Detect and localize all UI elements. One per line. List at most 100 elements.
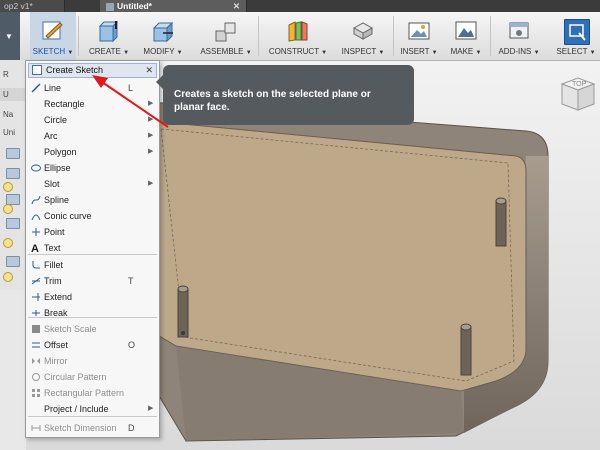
- menu-item-arc[interactable]: Arc ▶: [26, 128, 159, 144]
- submenu-arrow-icon: ▶: [148, 405, 154, 412]
- close-tab-icon[interactable]: ✕: [233, 0, 240, 12]
- menu-item-conic-curve[interactable]: Conic curve: [26, 208, 159, 224]
- dropdown-caret-icon: ▼: [176, 50, 183, 56]
- data-panel-toggle[interactable]: ▼: [0, 12, 20, 60]
- menu-item-label: Project / Include: [44, 404, 109, 414]
- text-icon: A: [31, 243, 39, 253]
- toolbar-divider: [258, 16, 259, 56]
- mirror-icon: [32, 358, 40, 364]
- menu-item-mirror[interactable]: Mirror: [26, 353, 159, 369]
- sketch-icon: [42, 21, 63, 40]
- menu-item-label: Mirror: [44, 356, 68, 366]
- menu-item-rectangle[interactable]: Rectangle ▶: [26, 96, 159, 112]
- shortcut-key: D: [128, 423, 135, 433]
- menu-item-point[interactable]: Point: [26, 224, 159, 240]
- offset-icon: [32, 342, 40, 348]
- view-cube[interactable]: TOP: [556, 76, 596, 112]
- toolbar-make[interactable]: MAKE ▼: [446, 12, 486, 60]
- toolbar-modify[interactable]: MODIFY ▼: [140, 12, 186, 60]
- toolbar-insert[interactable]: INSERT ▼: [398, 12, 440, 60]
- menu-separator: [28, 317, 157, 318]
- toolbar-label: ASSEMBLE: [200, 47, 244, 56]
- tab-op2[interactable]: op2 v1*: [0, 0, 65, 12]
- toolbar-label: INSERT: [400, 47, 430, 56]
- toolbar-construct[interactable]: CONSTRUCT ▼: [266, 12, 330, 60]
- submenu-arrow-icon: ▶: [148, 180, 154, 187]
- browser-tab[interactable]: Na: [0, 108, 26, 121]
- folder-icon[interactable]: [6, 218, 20, 229]
- menu-item-break[interactable]: Break: [26, 305, 159, 321]
- toolbar-inspect[interactable]: INSPECT ▼: [338, 12, 388, 60]
- browser-tab[interactable]: R: [0, 68, 26, 81]
- folder-icon[interactable]: [6, 148, 20, 159]
- menu-item-fillet[interactable]: Fillet: [26, 257, 159, 273]
- menu-item-sketch-scale[interactable]: Sketch Scale: [26, 321, 159, 337]
- create-sketch-label: Create Sketch: [46, 65, 104, 75]
- create-sketch-item[interactable]: Create Sketch ✕: [28, 63, 157, 78]
- sketch-dropdown-menu: Create Sketch ✕ Line L Rectangle ▶ Circle ▶ Ar…: [25, 60, 160, 438]
- trim-icon: [31, 277, 41, 285]
- toolbar-label: SELECT: [556, 47, 588, 56]
- menu-item-spline[interactable]: Spline: [26, 192, 159, 208]
- tab-untitled[interactable]: Untitled* ✕: [100, 0, 247, 12]
- toolbar-assemble[interactable]: ASSEMBLE ▼: [200, 12, 252, 60]
- menu-item-label: Conic curve: [44, 211, 92, 221]
- modify-icon: [152, 21, 174, 43]
- main-toolbar: ▼ SKETCH ▼ CREATE ▼ MODIFY ▼ ASSEMBLE ▼ …: [0, 12, 600, 61]
- assemble-icon: [215, 22, 236, 42]
- conic-curve-icon: [31, 214, 41, 221]
- menu-item-circle[interactable]: Circle ▶: [26, 112, 159, 128]
- close-icon[interactable]: ✕: [145, 64, 153, 77]
- submenu-arrow-icon: ▶: [148, 100, 154, 107]
- menu-item-label: Sketch Dimension: [44, 423, 117, 433]
- visibility-bulb-icon[interactable]: [3, 182, 13, 192]
- folder-icon[interactable]: [6, 256, 20, 267]
- menu-item-label: Circle: [44, 115, 68, 125]
- menu-item-label: Spline: [44, 195, 70, 205]
- toolbar-label: CONSTRUCT: [268, 47, 319, 56]
- menu-item-circular-pattern[interactable]: Circular Pattern: [26, 369, 159, 385]
- visibility-bulb-icon[interactable]: [3, 272, 13, 282]
- menu-item-label: Rectangle: [44, 99, 85, 109]
- add-ins-icon: [509, 22, 529, 39]
- menu-item-extend[interactable]: Extend: [26, 289, 159, 305]
- submenu-arrow-icon: ▶: [148, 148, 154, 155]
- toolbar-add-ins[interactable]: ADD-INS ▼: [494, 12, 544, 60]
- menu-item-ellipse[interactable]: Ellipse: [26, 160, 159, 176]
- menu-item-offset[interactable]: Offset O: [26, 337, 159, 353]
- browser-tab[interactable]: Uni: [0, 126, 26, 139]
- menu-item-trim[interactable]: Trim T: [26, 273, 159, 289]
- sketch-scale-icon: [32, 325, 40, 333]
- toolbar-divider: [490, 16, 491, 56]
- menu-item-project-include[interactable]: Project / Include ▶: [26, 401, 159, 417]
- toolbar-select[interactable]: SELECT ▼: [554, 12, 598, 60]
- tab-label: Untitled*: [117, 1, 152, 11]
- dropdown-caret-icon: ▼: [533, 50, 540, 56]
- menu-item-line[interactable]: Line L: [26, 80, 159, 96]
- visibility-bulb-icon[interactable]: [3, 238, 13, 248]
- create-icon: [98, 20, 119, 43]
- dropdown-caret-icon: ▼: [245, 50, 252, 56]
- browser-tab[interactable]: U: [0, 88, 26, 101]
- tab-label: op2 v1*: [4, 1, 33, 11]
- svg-text:A: A: [31, 243, 39, 253]
- extend-icon: [32, 293, 40, 301]
- menu-item-label: Offset: [44, 340, 68, 350]
- toolbar-label: INSPECT: [341, 47, 377, 56]
- menu-item-label: Rectangular Pattern: [44, 388, 125, 398]
- spline-icon: [31, 195, 41, 205]
- create-sketch-icon: [32, 65, 42, 75]
- menu-item-polygon[interactable]: Polygon ▶: [26, 144, 159, 160]
- menu-item-slot[interactable]: Slot ▶: [26, 176, 159, 192]
- construct-icon: [288, 21, 308, 42]
- shortcut-key: O: [128, 340, 136, 350]
- toolbar-label: MODIFY: [143, 47, 175, 56]
- toolbar-sketch[interactable]: SKETCH ▼: [30, 12, 76, 60]
- menu-item-rectangular-pattern[interactable]: Rectangular Pattern: [26, 385, 159, 401]
- folder-icon[interactable]: [6, 168, 20, 179]
- tooltip-pointer: [156, 75, 163, 89]
- menu-item-sketch-dimension[interactable]: Sketch Dimension D: [26, 420, 159, 436]
- toolbar-create[interactable]: CREATE ▼: [86, 12, 132, 60]
- visibility-bulb-icon[interactable]: [3, 204, 13, 214]
- menu-item-label: Break: [44, 308, 68, 318]
